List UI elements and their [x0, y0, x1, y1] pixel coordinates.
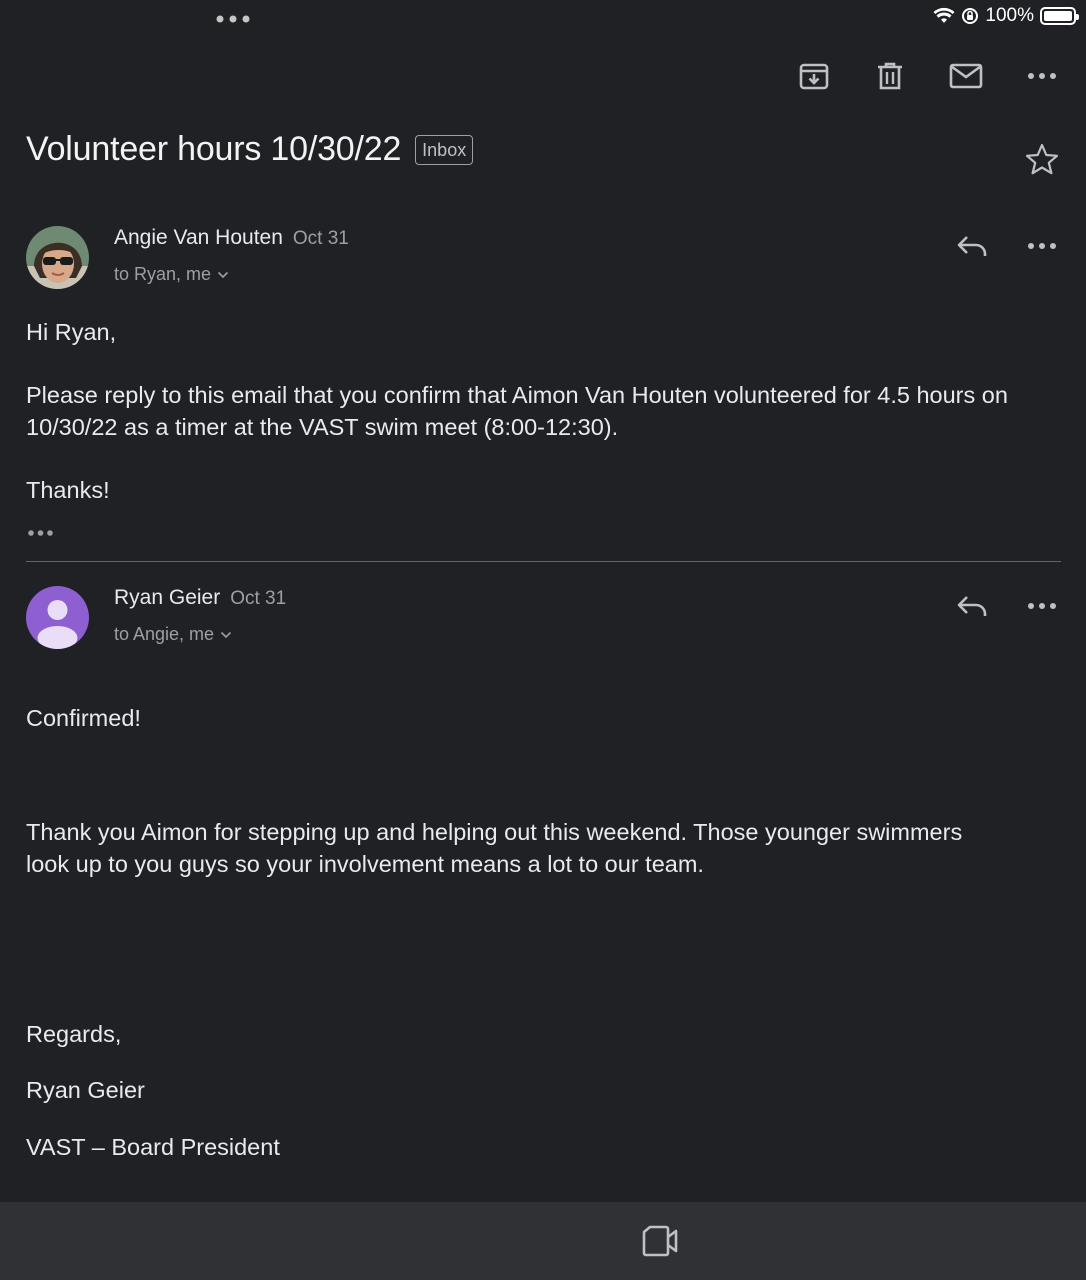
email-subject: Volunteer hours 10/30/22: [26, 130, 402, 168]
battery-icon: [1040, 7, 1079, 25]
more-options-button[interactable]: [1022, 56, 1062, 96]
delete-icon: [878, 62, 902, 90]
multitask-dots-icon[interactable]: [214, 10, 254, 28]
reply-icon: [957, 236, 987, 256]
recipients-text: to Ryan, me: [114, 264, 212, 284]
signature-name: Ryan Geier: [26, 1077, 145, 1103]
message-body-paragraph: Thank you Aimon for stepping up and help…: [26, 819, 963, 877]
status-bar: 100%: [933, 4, 1079, 28]
bottom-bar: [0, 1202, 1086, 1280]
message-body-line: Thanks!: [26, 477, 110, 503]
message-body-line: Confirmed!: [26, 705, 141, 731]
sender-line: Angie Van Houten Oct 31: [114, 226, 349, 250]
message-date: Oct 31: [230, 588, 287, 609]
reply-icon: [957, 596, 987, 616]
chevron-down-icon: [217, 271, 229, 278]
email-thread-view: 100% Volunteer hours 10/30/22 Inbox Angi…: [0, 0, 1086, 1280]
avatar[interactable]: [26, 586, 89, 649]
signature-regards: Regards,: [26, 1021, 122, 1047]
message-date: Oct 31: [292, 228, 349, 249]
sender-name: Angie Van Houten: [114, 226, 283, 249]
wifi-icon: [933, 7, 955, 23]
message-actions: [952, 226, 1062, 266]
inbox-label[interactable]: Inbox: [415, 134, 474, 165]
top-toolbar: [794, 56, 1062, 96]
sender-name: Ryan Geier: [114, 586, 221, 609]
message-divider: [26, 561, 1061, 562]
more-icon: [1028, 603, 1056, 609]
star-icon[interactable]: [1024, 142, 1060, 178]
orientation-lock-icon: [962, 8, 979, 24]
mark-unread-icon: [949, 63, 983, 89]
recipients-text: to Angie, me: [114, 624, 215, 644]
chevron-down-icon: [221, 631, 232, 638]
recipients-toggle[interactable]: to Ryan, me: [114, 264, 229, 285]
subject-row: Volunteer hours 10/30/22 Inbox: [26, 130, 474, 169]
archive-button[interactable]: [794, 56, 834, 96]
video-call-icon[interactable]: [640, 1224, 680, 1258]
message-more-button[interactable]: [1022, 586, 1062, 626]
message-body-line: Hi Ryan,: [26, 319, 117, 345]
reply-button[interactable]: [952, 586, 992, 626]
signature-title: VAST – Board President: [26, 1134, 280, 1160]
more-icon: [1028, 73, 1056, 79]
mark-unread-button[interactable]: [946, 56, 986, 96]
delete-button[interactable]: [870, 56, 910, 96]
sender-line: Ryan Geier Oct 31: [114, 586, 286, 610]
show-quoted-text-icon[interactable]: [26, 526, 56, 540]
message-header[interactable]: Angie Van Houten Oct 31 to Ryan, me: [26, 226, 1062, 292]
message-body-paragraph: Please reply to this email that you conf…: [26, 382, 1008, 440]
more-icon: [1028, 243, 1056, 249]
reply-button[interactable]: [952, 226, 992, 266]
recipients-toggle[interactable]: to Angie, me: [114, 624, 232, 645]
message-header[interactable]: Ryan Geier Oct 31 to Angie, me: [26, 586, 1062, 652]
avatar[interactable]: [26, 226, 89, 289]
battery-percentage: 100%: [985, 5, 1034, 26]
message-more-button[interactable]: [1022, 226, 1062, 266]
archive-icon: [799, 63, 829, 90]
message-actions: [952, 586, 1062, 626]
